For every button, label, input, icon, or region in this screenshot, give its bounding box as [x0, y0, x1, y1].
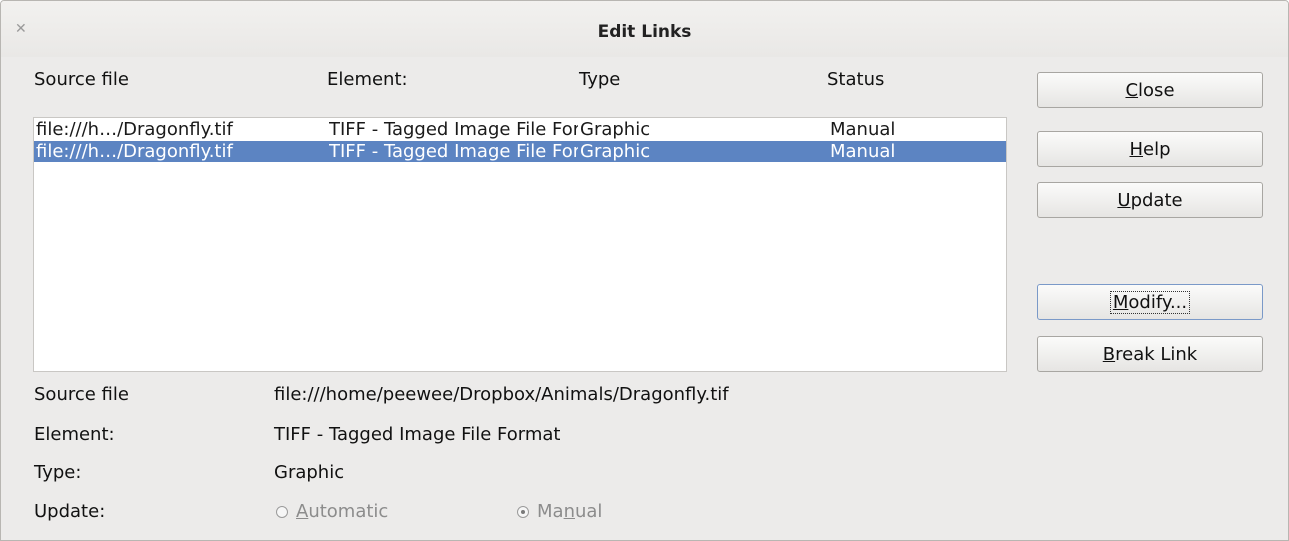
row-element: TIFF - Tagged Image File Format	[329, 141, 578, 162]
column-header-status: Status	[827, 69, 885, 90]
row-status: Manual	[830, 141, 896, 162]
automatic-radio-label: utomatic	[308, 501, 389, 522]
list-item-selected[interactable]: file:///h…/Dragonfly.tif TIFF - Tagged I…	[34, 141, 1006, 162]
type-label: Type:	[34, 462, 82, 483]
update-button-label: pdate	[1130, 190, 1183, 211]
row-type: Graphic	[580, 119, 651, 140]
element-value: TIFF - Tagged Image File Format	[274, 424, 561, 445]
row-source: file:///h…/Dragonfly.tif	[36, 119, 233, 140]
radio-checked-icon	[517, 505, 529, 518]
manual-radio[interactable]: Manual	[517, 501, 602, 522]
row-source: file:///h…/Dragonfly.tif	[36, 141, 233, 162]
source-file-label: Source file	[34, 384, 129, 405]
row-type: Graphic	[580, 141, 651, 162]
radio-unchecked-icon	[276, 505, 288, 518]
row-status: Manual	[830, 119, 896, 140]
modify-button-label: odify...	[1128, 292, 1188, 313]
automatic-radio-mnemonic: A	[296, 501, 309, 522]
column-header-type: Type	[579, 69, 621, 90]
dialog-title: Edit Links	[597, 22, 692, 42]
help-button-label: elp	[1143, 139, 1171, 160]
type-value: Graphic	[274, 462, 345, 483]
manual-radio-label: ual	[574, 501, 603, 522]
update-button-mnemonic: U	[1117, 190, 1131, 211]
element-label: Element:	[34, 424, 115, 445]
title-bar: ✕ Edit Links	[1, 1, 1288, 57]
manual-radio-mnemonic: n	[563, 501, 575, 522]
column-header-element: Element:	[327, 69, 408, 90]
column-header-source: Source file	[34, 69, 129, 90]
list-item[interactable]: file:///h…/Dragonfly.tif TIFF - Tagged I…	[34, 119, 1006, 140]
manual-radio-label-pre: Ma	[537, 501, 564, 522]
close-button-mnemonic: C	[1125, 80, 1139, 101]
break-link-button[interactable]: Break Link	[1037, 336, 1263, 372]
close-button[interactable]: Close	[1037, 72, 1263, 108]
row-element: TIFF - Tagged Image File Format	[329, 119, 578, 140]
source-file-value: file:///home/peewee/Dropbox/Animals/Drag…	[274, 384, 729, 405]
break-link-button-mnemonic: B	[1102, 344, 1116, 365]
update-button[interactable]: Update	[1037, 182, 1263, 218]
help-button[interactable]: Help	[1037, 131, 1263, 167]
break-link-button-label: reak Link	[1115, 344, 1198, 365]
close-button-label: lose	[1138, 80, 1175, 101]
help-button-mnemonic: H	[1129, 139, 1144, 160]
modify-button-mnemonic: M	[1112, 292, 1129, 313]
modify-button[interactable]: Modify...	[1037, 284, 1263, 320]
links-list[interactable]: file:///h…/Dragonfly.tif TIFF - Tagged I…	[33, 117, 1007, 372]
edit-links-dialog: ✕ Edit Links Source file Element: Type S…	[0, 0, 1289, 541]
update-label: Update:	[34, 501, 106, 522]
automatic-radio[interactable]: Automatic	[276, 501, 388, 522]
